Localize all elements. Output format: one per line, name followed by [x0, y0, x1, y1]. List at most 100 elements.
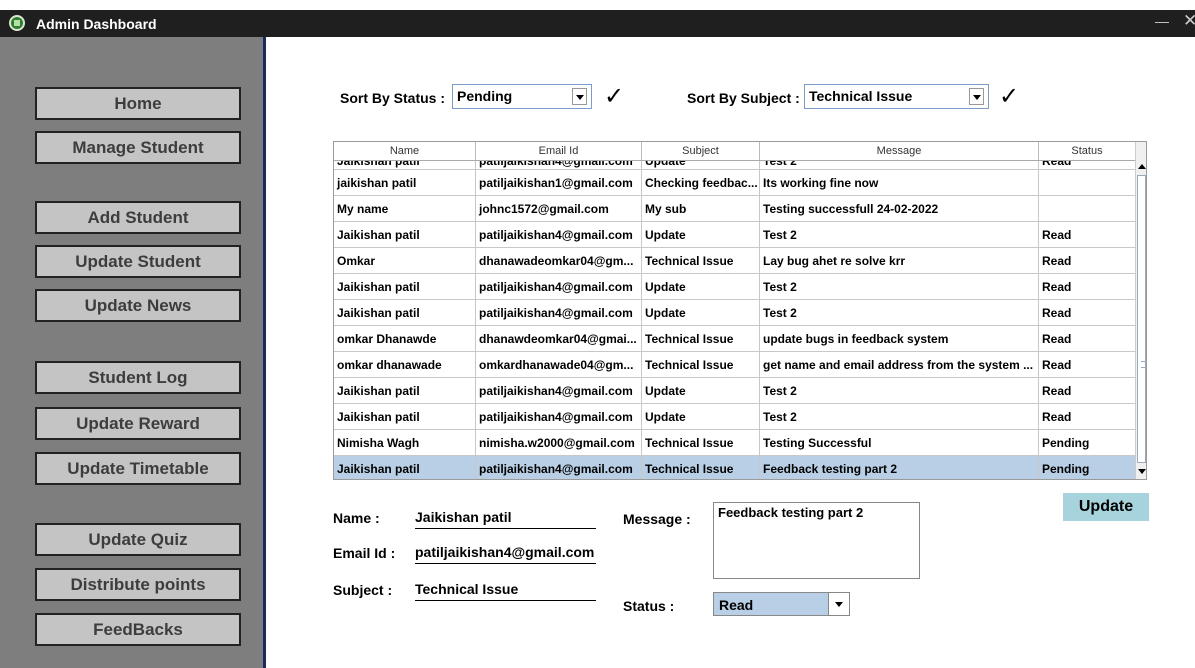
table-header: Name Email Id Subject Message Status	[334, 142, 1136, 161]
table-body: Jaikishan patil patiljaikishan4@gmail.co…	[334, 161, 1136, 479]
cell-status: Read	[1039, 274, 1136, 300]
cell-email: patiljaikishan4@gmail.com	[476, 222, 642, 248]
chevron-down-icon[interactable]	[828, 593, 849, 615]
update-timetable-button[interactable]: Update Timetable	[35, 452, 241, 485]
update-news-button[interactable]: Update News	[35, 289, 241, 322]
cell-email: patiljaikishan4@gmail.com	[476, 274, 642, 300]
table-row-partial[interactable]: Jaikishan patil patiljaikishan4@gmail.co…	[334, 161, 1136, 170]
cell-status: Read	[1039, 300, 1136, 326]
column-header-email[interactable]: Email Id	[476, 142, 642, 160]
table-row[interactable]: My name johnc1572@gmail.com My sub Testing …	[334, 196, 1136, 222]
close-icon[interactable]: ✕	[1183, 11, 1195, 31]
cell-subject: Technical Issue	[642, 430, 760, 456]
message-textarea[interactable]: Feedback testing part 2	[713, 502, 920, 579]
name-field[interactable]: Jaikishan patil	[415, 509, 596, 529]
chevron-down-icon[interactable]	[572, 88, 587, 105]
cell-message: Feedback testing part 2	[760, 456, 1039, 479]
scroll-up-icon[interactable]	[1138, 164, 1146, 169]
distribute-points-button[interactable]: Distribute points	[35, 568, 241, 601]
scrollbar-thumb[interactable]	[1137, 175, 1146, 463]
table-row[interactable]: Jaikishan patil patiljaikishan4@gmail.com…	[334, 456, 1136, 479]
apply-status-check-icon[interactable]: ✓	[604, 82, 624, 111]
cell-email: patiljaikishan4@gmail.com	[476, 300, 642, 326]
table-scrollbar[interactable]	[1135, 142, 1146, 479]
home-button[interactable]: Home	[35, 87, 241, 120]
table-row[interactable]: Omkar dhanawadeomkar04@gm... Technical Iss…	[334, 248, 1136, 274]
cell-email: johnc1572@gmail.com	[476, 196, 642, 222]
table-row[interactable]: Jaikishan patil patiljaikishan4@gmail.com…	[334, 378, 1136, 404]
cell-name: Jaikishan patil	[334, 378, 476, 404]
status-dropdown[interactable]: Read	[713, 592, 850, 616]
cell-name: omkar dhanawade	[334, 352, 476, 378]
cell-name: Jaikishan patil	[334, 222, 476, 248]
subject-filter-dropdown[interactable]: Technical Issue	[804, 84, 989, 109]
status-filter-dropdown[interactable]: Pending	[452, 84, 592, 109]
table-row[interactable]: omkar Dhanawde dhanawdeomkar04@gmai... Tec…	[334, 326, 1136, 352]
window-title: Admin Dashboard	[36, 16, 157, 32]
column-header-name[interactable]: Name	[334, 142, 476, 160]
chevron-down-icon[interactable]	[969, 88, 984, 105]
cell-email: patiljaikishan1@gmail.com	[476, 170, 642, 196]
cell-subject: Update	[642, 274, 760, 300]
cell-subject: Technical Issue	[642, 326, 760, 352]
cell-name: Jaikishan patil	[334, 161, 476, 170]
column-header-subject[interactable]: Subject	[642, 142, 760, 160]
table-row[interactable]: jaikishan patil patiljaikishan1@gmail.com…	[334, 170, 1136, 196]
cell-name: jaikishan patil	[334, 170, 476, 196]
column-header-message[interactable]: Message	[760, 142, 1039, 160]
feedbacks-button[interactable]: FeedBacks	[35, 613, 241, 646]
cell-message: Test 2	[760, 404, 1039, 430]
cell-email: patiljaikishan4@gmail.com	[476, 378, 642, 404]
scroll-down-icon[interactable]	[1138, 469, 1146, 474]
cell-status: Read	[1039, 326, 1136, 352]
update-reward-button[interactable]: Update Reward	[35, 407, 241, 440]
subject-field[interactable]: Technical Issue	[415, 581, 596, 601]
table-row[interactable]: Jaikishan patil patiljaikishan4@gmail.com…	[334, 274, 1136, 300]
cell-email: patiljaikishan4@gmail.com	[476, 456, 642, 479]
cell-subject: Checking feedbac...	[642, 170, 760, 196]
cell-name: Jaikishan patil	[334, 274, 476, 300]
cell-message: get name and email address from the syst…	[760, 352, 1039, 378]
cell-message: Testing Successful	[760, 430, 1039, 456]
manage-student-button[interactable]: Manage Student	[35, 131, 241, 164]
email-field[interactable]: patiljaikishan4@gmail.com	[415, 544, 596, 564]
cell-status: Pending	[1039, 430, 1136, 456]
minimize-icon[interactable]: —	[1155, 13, 1169, 29]
email-label: Email Id :	[333, 545, 396, 561]
table-row[interactable]: Jaikishan patil patiljaikishan4@gmail.com…	[334, 404, 1136, 430]
message-label: Message :	[623, 511, 691, 527]
cell-status	[1039, 196, 1136, 222]
update-student-button[interactable]: Update Student	[35, 245, 241, 278]
status-value: Read	[719, 597, 754, 613]
cell-message: Testing successfull 24-02-2022	[760, 196, 1039, 222]
subject-label: Subject :	[333, 582, 393, 598]
cell-status	[1039, 170, 1136, 196]
cell-status: Read	[1039, 352, 1136, 378]
table-row[interactable]: Jaikishan patil patiljaikishan4@gmail.com…	[334, 300, 1136, 326]
column-header-status[interactable]: Status	[1039, 142, 1136, 160]
table-row[interactable]: Nimisha Wagh nimisha.w2000@gmail.com Techn…	[334, 430, 1136, 456]
table-row[interactable]: Jaikishan patil patiljaikishan4@gmail.com…	[334, 222, 1136, 248]
cell-subject: Technical Issue	[642, 456, 760, 479]
cell-message: Its working fine now	[760, 170, 1039, 196]
sort-by-status-label: Sort By Status :	[340, 90, 446, 106]
update-button[interactable]: Update	[1063, 493, 1149, 521]
cell-email: patiljaikishan4@gmail.com	[476, 161, 642, 170]
cell-subject: My sub	[642, 196, 760, 222]
sidebar: Home Manage Student Add Student Update S…	[0, 37, 266, 668]
title-bar: Admin Dashboard — ✕	[0, 10, 1195, 37]
status-filter-value: Pending	[457, 88, 513, 104]
cell-name: Jaikishan patil	[334, 456, 476, 479]
student-log-button[interactable]: Student Log	[35, 361, 241, 394]
cell-name: My name	[334, 196, 476, 222]
cell-status: Read	[1039, 248, 1136, 274]
cell-message: Test 2	[760, 378, 1039, 404]
add-student-button[interactable]: Add Student	[35, 201, 241, 234]
cell-subject: Technical Issue	[642, 248, 760, 274]
apply-subject-check-icon[interactable]: ✓	[999, 82, 1019, 111]
update-quiz-button[interactable]: Update Quiz	[35, 523, 241, 556]
cell-message: Lay bug ahet re solve krr	[760, 248, 1039, 274]
cell-email: dhanawadeomkar04@gm...	[476, 248, 642, 274]
cell-subject: Update	[642, 300, 760, 326]
table-row[interactable]: omkar dhanawade omkardhanawade04@gm... Tec…	[334, 352, 1136, 378]
